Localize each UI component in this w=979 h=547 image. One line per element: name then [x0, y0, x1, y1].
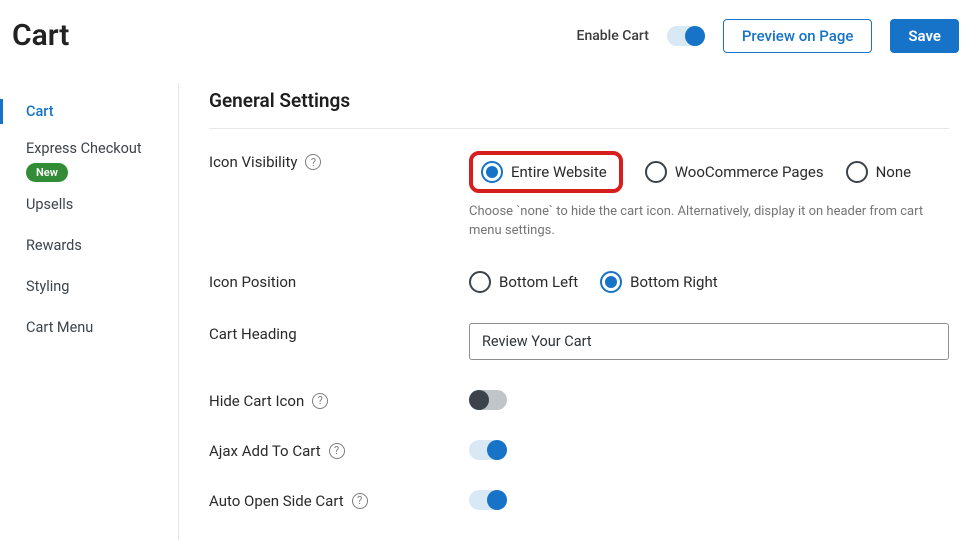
radio-circle-icon	[469, 271, 491, 293]
sidebar-item-upsells[interactable]: Upsells	[0, 184, 178, 225]
radio-label: None	[876, 163, 912, 181]
sidebar-item-cart[interactable]: Cart	[0, 91, 178, 132]
field-label: Auto Open Side Cart ?	[209, 490, 469, 510]
toggle-knob	[487, 490, 507, 510]
label-text: Auto Open Side Cart	[209, 492, 344, 510]
label-text: Ajax Add To Cart	[209, 442, 321, 460]
radio-bottom-right[interactable]: Bottom Right	[600, 271, 717, 293]
auto-open-toggle[interactable]	[469, 490, 507, 510]
preview-button[interactable]: Preview on Page	[723, 19, 873, 53]
field-control	[469, 323, 949, 360]
sidebar-item-label: Cart	[26, 103, 54, 120]
field-label: Cart Heading	[209, 323, 469, 343]
toggle-knob	[469, 390, 489, 410]
radio-entire-website[interactable]: Entire Website	[481, 161, 607, 183]
field-control	[469, 390, 949, 410]
field-label: Icon Visibility ?	[209, 151, 469, 171]
radio-circle-icon	[846, 161, 868, 183]
sidebar-item-label: Rewards	[26, 237, 82, 254]
content-wrapper: Cart Express Checkout New Upsells Reward…	[0, 71, 979, 540]
field-control: Bottom Left Bottom Right	[469, 271, 949, 293]
help-icon[interactable]: ?	[352, 493, 368, 509]
field-label: Ajax Add To Cart ?	[209, 440, 469, 460]
radio-label: Entire Website	[511, 163, 607, 181]
sidebar-item-express-checkout[interactable]: Express Checkout New	[0, 132, 178, 184]
field-label: Icon Position	[209, 271, 469, 291]
radio-circle-icon	[481, 161, 503, 183]
main-panel: General Settings Icon Visibility ? Entir…	[179, 83, 979, 540]
field-control	[469, 440, 949, 460]
label-text: Cart Heading	[209, 325, 297, 343]
radio-circle-icon	[600, 271, 622, 293]
sidebar: Cart Express Checkout New Upsells Reward…	[0, 83, 179, 540]
sidebar-item-styling[interactable]: Styling	[0, 266, 178, 307]
field-control	[469, 490, 949, 510]
cart-heading-input[interactable]	[469, 323, 949, 360]
helper-text: Choose `none` to hide the cart icon. Alt…	[469, 203, 949, 241]
sidebar-item-rewards[interactable]: Rewards	[0, 225, 178, 266]
page-header: Cart Enable Cart Preview on Page Save	[0, 0, 979, 71]
icon-visibility-radio-group: Entire Website WooCommerce Pages None	[469, 151, 949, 193]
field-cart-heading: Cart Heading	[209, 293, 949, 360]
highlight-box: Entire Website	[469, 151, 623, 193]
field-hide-cart-icon: Hide Cart Icon ?	[209, 360, 949, 410]
help-icon[interactable]: ?	[329, 443, 345, 459]
help-icon[interactable]: ?	[312, 393, 328, 409]
field-label: Hide Cart Icon ?	[209, 390, 469, 410]
radio-circle-icon	[645, 161, 667, 183]
radio-label: WooCommerce Pages	[675, 163, 824, 181]
field-icon-position: Icon Position Bottom Left Bottom Right	[209, 241, 949, 293]
ajax-add-toggle[interactable]	[469, 440, 507, 460]
new-badge: New	[26, 163, 68, 182]
radio-label: Bottom Right	[630, 273, 717, 291]
toggle-knob	[685, 26, 705, 46]
label-text: Icon Position	[209, 273, 296, 291]
sidebar-item-cart-menu[interactable]: Cart Menu	[0, 307, 178, 348]
field-icon-visibility: Icon Visibility ? Entire Website WooComm…	[209, 129, 949, 241]
sidebar-item-label: Upsells	[26, 196, 73, 213]
label-text: Icon Visibility	[209, 153, 297, 171]
sidebar-item-label: Express Checkout	[26, 140, 178, 157]
section-title: General Settings	[209, 83, 949, 129]
page-title: Cart	[12, 18, 69, 53]
sidebar-item-label: Styling	[26, 278, 69, 295]
help-icon[interactable]: ?	[305, 154, 321, 170]
field-control: Entire Website WooCommerce Pages None Ch…	[469, 151, 949, 241]
radio-bottom-left[interactable]: Bottom Left	[469, 271, 578, 293]
enable-cart-toggle[interactable]	[667, 26, 705, 46]
header-actions: Enable Cart Preview on Page Save	[577, 19, 959, 53]
label-text: Hide Cart Icon	[209, 392, 304, 410]
icon-position-radio-group: Bottom Left Bottom Right	[469, 271, 949, 293]
toggle-knob	[487, 440, 507, 460]
radio-label: Bottom Left	[499, 273, 578, 291]
save-button[interactable]: Save	[890, 19, 959, 53]
radio-woocommerce-pages[interactable]: WooCommerce Pages	[645, 161, 824, 183]
enable-cart-label: Enable Cart	[577, 28, 649, 44]
radio-none[interactable]: None	[846, 161, 912, 183]
field-auto-open-side-cart: Auto Open Side Cart ?	[209, 460, 949, 510]
sidebar-item-label: Cart Menu	[26, 319, 93, 336]
hide-cart-icon-toggle[interactable]	[469, 390, 507, 410]
field-ajax-add-to-cart: Ajax Add To Cart ?	[209, 410, 949, 460]
